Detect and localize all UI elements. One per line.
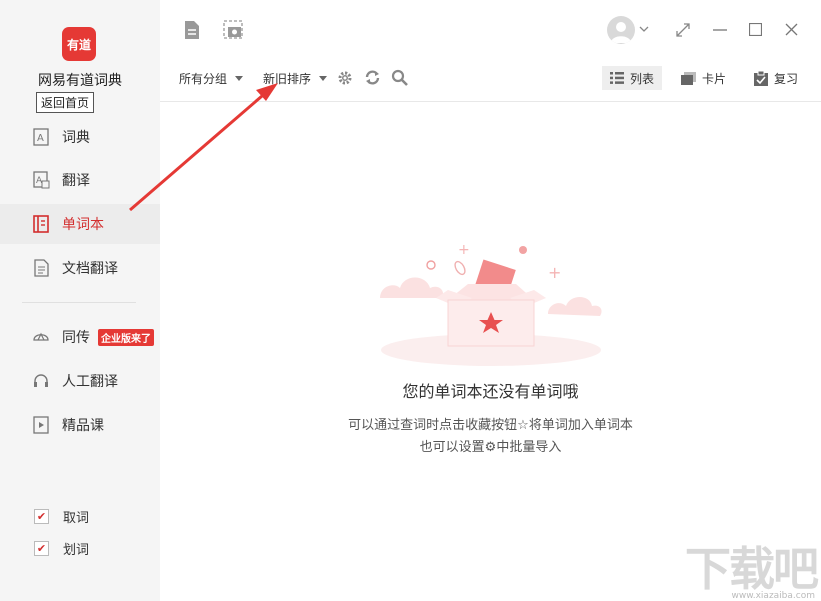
screenshot-icon[interactable]	[223, 20, 243, 39]
chevron-down-icon[interactable]	[639, 25, 649, 33]
sidebar-item-label: 人工翻译	[62, 374, 118, 390]
sidebar-item-label: 单词本	[62, 217, 104, 233]
quick-lookup-checkbox[interactable]: ✔	[34, 508, 49, 524]
dictionary-icon: A	[33, 128, 49, 146]
settings-gear-icon[interactable]	[337, 70, 353, 86]
watermark-logo: 下载吧	[685, 542, 819, 596]
sidebar: 有道 网易有道词典 返回首页 A 词典 A 翻译 单词本 文档翻译 同传 企业版…	[0, 0, 160, 601]
app-logo[interactable]: 有道	[62, 27, 96, 61]
cards-icon	[681, 71, 696, 85]
sidebar-item-label: 文档翻译	[62, 261, 118, 277]
headset-icon	[34, 374, 48, 387]
wordbook-icon	[33, 215, 49, 233]
user-icon	[611, 22, 631, 43]
avatar[interactable]	[607, 16, 635, 44]
sidebar-item-courses[interactable]: 精品课	[0, 405, 160, 445]
sidebar-item-label: 翻译	[62, 173, 90, 189]
quick-lookup-toggle[interactable]: ✔ 取词	[34, 506, 89, 526]
list-view-label: 列表	[630, 71, 655, 86]
select-lookup-checkbox[interactable]: ✔	[34, 540, 49, 556]
caret-down-icon	[235, 76, 244, 81]
empty-box-illustration: + +	[380, 242, 602, 366]
caret-down-icon	[319, 76, 328, 81]
empty-state-title: 您的单词本还没有单词哦	[402, 382, 579, 401]
review-button[interactable]: 复习	[754, 66, 798, 90]
group-dropdown[interactable]: 所有分组	[179, 70, 244, 87]
sort-dropdown[interactable]: 新旧排序	[263, 70, 328, 87]
watermark-url: www.xiazaiba.com	[731, 591, 815, 601]
sort-dropdown-label: 新旧排序	[263, 72, 312, 86]
select-lookup-toggle[interactable]: ✔ 划词	[34, 538, 89, 558]
simultaneous-icon	[33, 332, 49, 341]
review-label: 复习	[774, 71, 799, 86]
svg-text:+: +	[458, 242, 470, 258]
course-icon	[33, 416, 49, 434]
card-view-button[interactable]: 卡片	[681, 66, 726, 90]
logo-text: 有道	[66, 37, 91, 52]
refresh-icon[interactable]	[364, 69, 381, 86]
clipboard-check-icon	[754, 70, 768, 86]
document-icon	[34, 259, 49, 277]
app-name: 网易有道词典	[38, 73, 122, 89]
sidebar-item-label: 精品课	[62, 418, 104, 434]
maximize-icon[interactable]	[749, 23, 762, 36]
sidebar-divider	[22, 302, 136, 303]
group-dropdown-label: 所有分组	[179, 72, 228, 86]
minimize-icon[interactable]	[713, 29, 727, 31]
empty-state-hint: 可以通过查词时点击收藏按钮☆将单词加入单词本	[348, 418, 633, 433]
sidebar-item-dictionary[interactable]: A 词典	[0, 117, 160, 157]
home-tooltip: 返回首页	[36, 92, 95, 113]
list-view-button[interactable]: 列表	[602, 66, 663, 90]
list-icon	[610, 72, 624, 84]
close-icon[interactable]	[785, 23, 798, 36]
select-lookup-label: 划词	[63, 542, 90, 558]
svg-text:A: A	[37, 133, 44, 144]
card-view-label: 卡片	[702, 71, 727, 86]
sidebar-item-translate[interactable]: A 翻译	[0, 160, 160, 200]
translate-icon: A	[33, 171, 50, 189]
svg-text:+: +	[548, 263, 561, 282]
toolbar-divider	[160, 101, 821, 102]
quick-lookup-label: 取词	[63, 510, 90, 526]
sidebar-item-human-translate[interactable]: 人工翻译	[0, 361, 160, 401]
empty-state-import-hint: 也可以设置⚙中批量导入	[419, 440, 562, 455]
search-icon[interactable]	[391, 69, 408, 86]
enterprise-badge: 企业版来了	[98, 328, 154, 346]
mini-mode-icon[interactable]	[676, 23, 690, 37]
notes-icon[interactable]	[183, 20, 201, 40]
sidebar-item-label: 词典	[62, 130, 90, 146]
sidebar-item-label: 同传	[62, 330, 90, 346]
sidebar-item-simultaneous[interactable]: 同传 企业版来了	[0, 317, 160, 357]
sidebar-item-doc-translate[interactable]: 文档翻译	[0, 248, 160, 288]
sidebar-item-wordbook[interactable]: 单词本	[0, 204, 160, 244]
